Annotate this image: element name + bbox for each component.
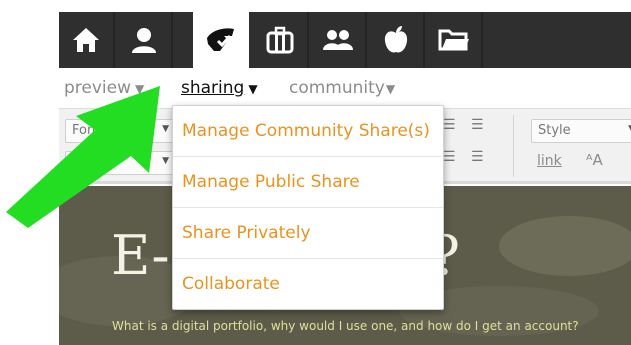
annotation-arrow-icon: [6, 86, 160, 228]
